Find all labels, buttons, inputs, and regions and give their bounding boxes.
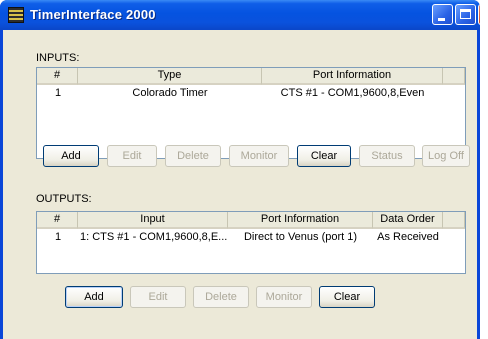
inputs-row-type: Colorado Timer xyxy=(132,87,208,99)
outputs-row-input: 1: CTS #1 - COM1,9600,8,E... xyxy=(80,231,228,243)
title-bar[interactable]: TimerInterface 2000 × xyxy=(0,0,480,30)
minimize-button[interactable] xyxy=(432,4,453,25)
inputs-delete-button[interactable]: Delete xyxy=(165,145,221,167)
inputs-status-button[interactable]: Status xyxy=(359,145,415,167)
main-panel: INPUTS: # Type Port Information 1 Colora… xyxy=(3,30,477,339)
outputs-row-order: As Received xyxy=(377,231,439,243)
outputs-monitor-button[interactable]: Monitor xyxy=(256,286,312,308)
outputs-col-num[interactable]: # xyxy=(37,212,78,229)
outputs-col-extra[interactable] xyxy=(443,212,465,229)
outputs-col-input[interactable]: Input xyxy=(78,212,228,229)
inputs-monitor-button[interactable]: Monitor xyxy=(229,145,289,167)
close-button[interactable]: × xyxy=(478,4,480,25)
maximize-icon xyxy=(460,9,471,19)
inputs-label: INPUTS: xyxy=(36,52,80,64)
window-title: TimerInterface 2000 xyxy=(30,7,156,22)
app-window: TimerInterface 2000 × INPUTS: # Type Por… xyxy=(0,0,480,339)
outputs-clear-button[interactable]: Clear xyxy=(319,286,375,308)
outputs-row-num: 1 xyxy=(55,231,62,243)
inputs-edit-button[interactable]: Edit xyxy=(107,145,157,167)
minimize-icon xyxy=(438,18,445,21)
outputs-row-port: Direct to Venus (port 1) xyxy=(243,231,358,243)
inputs-col-port[interactable]: Port Information xyxy=(262,68,443,85)
inputs-row-num: 1 xyxy=(55,87,62,99)
outputs-list[interactable]: # Input Port Information Data Order 1 1:… xyxy=(36,211,466,274)
outputs-col-port[interactable]: Port Information xyxy=(228,212,373,229)
inputs-col-type[interactable]: Type xyxy=(78,68,262,85)
inputs-row-port: CTS #1 - COM1,9600,8,Even xyxy=(280,87,425,99)
outputs-label: OUTPUTS: xyxy=(36,193,92,205)
inputs-clear-button[interactable]: Clear xyxy=(297,145,351,167)
maximize-button[interactable] xyxy=(455,4,476,25)
inputs-col-num[interactable]: # xyxy=(37,68,78,85)
inputs-logoff-button[interactable]: Log Off xyxy=(422,145,470,167)
outputs-delete-button[interactable]: Delete xyxy=(193,286,249,308)
inputs-col-extra[interactable] xyxy=(443,68,465,85)
outputs-add-button[interactable]: Add xyxy=(65,286,123,308)
app-icon[interactable] xyxy=(8,7,24,23)
outputs-col-order[interactable]: Data Order xyxy=(373,212,443,229)
inputs-add-button[interactable]: Add xyxy=(43,145,99,167)
outputs-edit-button[interactable]: Edit xyxy=(130,286,186,308)
